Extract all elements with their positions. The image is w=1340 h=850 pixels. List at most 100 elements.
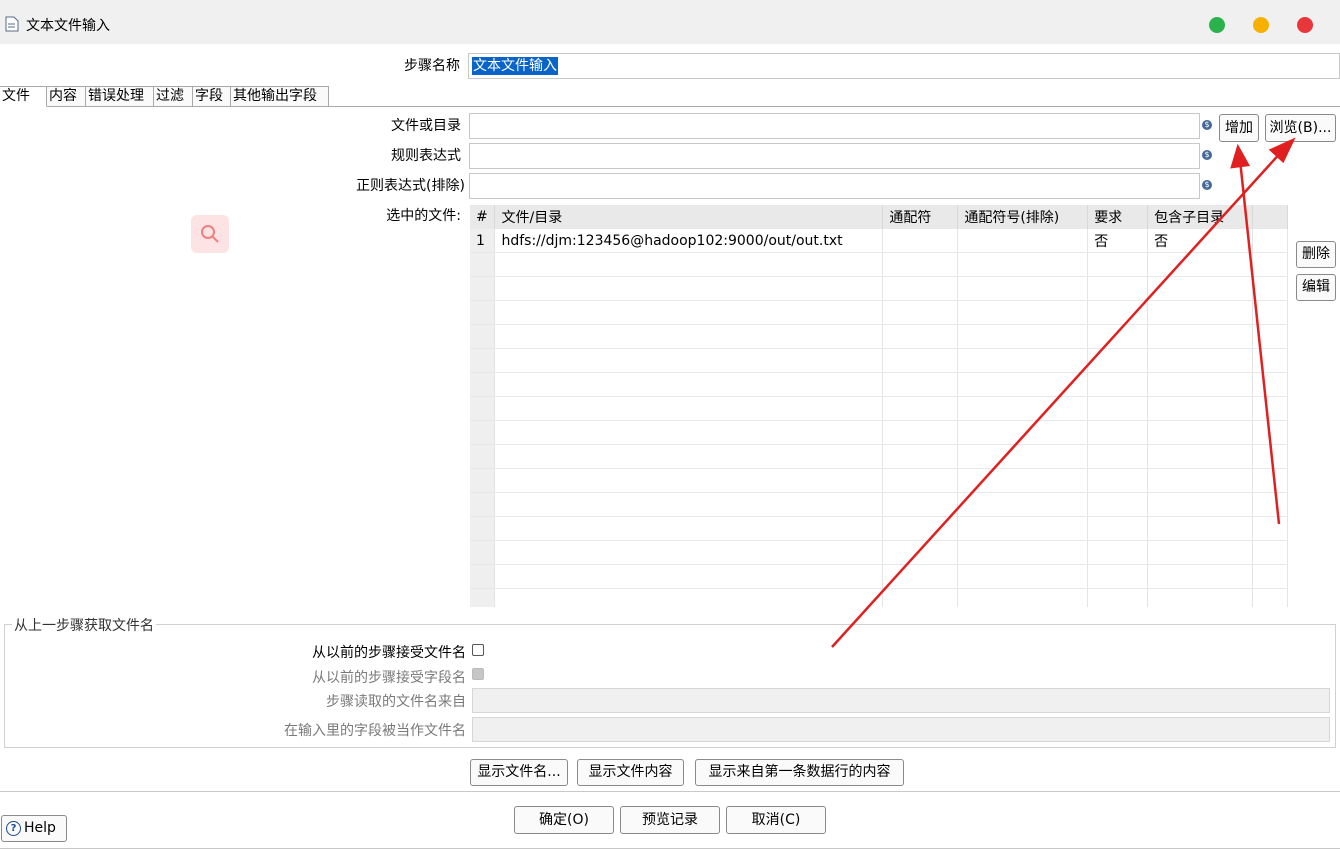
variable-icon[interactable]: $: [1202, 150, 1212, 160]
grid-cell-wildcard-exclude[interactable]: [957, 516, 1089, 541]
grid-cell-wildcard[interactable]: [882, 229, 959, 253]
variable-icon[interactable]: $: [1202, 120, 1212, 130]
grid-cell-file-dir[interactable]: [494, 420, 884, 445]
grid-cell-wildcard[interactable]: [882, 300, 959, 325]
grid-cell-required[interactable]: [1087, 588, 1149, 607]
grid-cell-file-dir[interactable]: [494, 588, 884, 607]
grid-cell-wildcard[interactable]: [882, 516, 959, 541]
file-or-dir-input[interactable]: [469, 113, 1200, 139]
grid-cell-file-dir[interactable]: [494, 300, 884, 325]
grid-cell-wildcard-exclude[interactable]: [957, 372, 1089, 397]
table-row[interactable]: [470, 396, 1288, 421]
grid-cell-wildcard-exclude[interactable]: [957, 588, 1089, 607]
grid-cell-file-dir[interactable]: [494, 324, 884, 349]
table-row[interactable]: [470, 516, 1288, 541]
grid-cell-wildcard[interactable]: [882, 276, 959, 301]
grid-header-wildcard-exclude[interactable]: 通配符号(排除): [957, 205, 1089, 229]
grid-cell-wildcard-exclude[interactable]: [957, 396, 1089, 421]
grid-cell-include-subfolders[interactable]: [1147, 396, 1253, 421]
grid-cell-include-subfolders[interactable]: [1147, 444, 1253, 469]
table-row[interactable]: [470, 468, 1288, 493]
grid-cell-required[interactable]: [1087, 540, 1149, 565]
table-row[interactable]: [470, 348, 1288, 373]
edit-button[interactable]: 编辑: [1296, 274, 1336, 301]
grid-cell-wildcard[interactable]: [882, 324, 959, 349]
grid-cell-wildcard-exclude[interactable]: [957, 564, 1089, 589]
grid-cell-required[interactable]: [1087, 396, 1149, 421]
field-as-filename-combo[interactable]: [472, 717, 1330, 742]
grid-header-required[interactable]: 要求: [1087, 205, 1149, 229]
help-button[interactable]: ? Help: [1, 815, 67, 842]
table-row[interactable]: [470, 588, 1288, 607]
grid-cell-required[interactable]: [1087, 300, 1149, 325]
accept-filenames-checkbox[interactable]: [472, 644, 484, 656]
grid-cell-file-dir[interactable]: [494, 492, 884, 517]
grid-cell-include-subfolders[interactable]: [1147, 516, 1253, 541]
step-read-combo[interactable]: [472, 688, 1330, 713]
grid-cell-include-subfolders[interactable]: [1147, 468, 1253, 493]
grid-header-file-dir[interactable]: 文件/目录: [494, 205, 884, 229]
grid-cell-include-subfolders[interactable]: [1147, 348, 1253, 373]
grid-cell-wildcard-exclude[interactable]: [957, 276, 1089, 301]
grid-cell-wildcard-exclude[interactable]: [957, 492, 1089, 517]
table-row[interactable]: [470, 492, 1288, 517]
grid-cell-wildcard[interactable]: [882, 540, 959, 565]
table-row[interactable]: [470, 300, 1288, 325]
grid-cell-wildcard[interactable]: [882, 252, 959, 277]
grid-cell-include-subfolders[interactable]: [1147, 420, 1253, 445]
grid-cell-file-dir[interactable]: [494, 540, 884, 565]
grid-header-include-subfolders[interactable]: 包含子目录: [1147, 205, 1253, 229]
tab-filter[interactable]: 过滤: [154, 86, 193, 107]
grid-cell-file-dir[interactable]: [494, 276, 884, 301]
regex-input[interactable]: [469, 143, 1200, 169]
show-first-row-button[interactable]: 显示来自第一条数据行的内容: [695, 759, 904, 786]
grid-cell-include-subfolders[interactable]: [1147, 492, 1253, 517]
accept-fields-checkbox[interactable]: [472, 668, 484, 680]
grid-cell-include-subfolders[interactable]: [1147, 564, 1253, 589]
grid-cell-wildcard-exclude[interactable]: [957, 229, 1089, 253]
maximize-button[interactable]: [1209, 17, 1225, 33]
grid-cell-required[interactable]: [1087, 492, 1149, 517]
grid-cell-file-dir[interactable]: [494, 396, 884, 421]
variable-icon[interactable]: $: [1202, 180, 1212, 190]
grid-cell-include-subfolders[interactable]: [1147, 588, 1253, 607]
grid-cell-required[interactable]: [1087, 420, 1149, 445]
table-row[interactable]: [470, 420, 1288, 445]
grid-cell-wildcard-exclude[interactable]: [957, 420, 1089, 445]
grid-cell-required[interactable]: [1087, 468, 1149, 493]
grid-cell-required[interactable]: [1087, 564, 1149, 589]
grid-cell-wildcard[interactable]: [882, 588, 959, 607]
grid-cell-file-dir[interactable]: [494, 348, 884, 373]
grid-cell-required[interactable]: [1087, 372, 1149, 397]
grid-cell-wildcard[interactable]: [882, 492, 959, 517]
show-content-button[interactable]: 显示文件内容: [577, 759, 684, 786]
grid-cell-file-dir[interactable]: [494, 468, 884, 493]
grid-header-wildcard[interactable]: 通配符: [882, 205, 959, 229]
tab-fields[interactable]: 字段: [193, 86, 231, 107]
grid-cell-wildcard[interactable]: [882, 348, 959, 373]
grid-cell-include-subfolders[interactable]: [1147, 372, 1253, 397]
minimize-button[interactable]: [1253, 17, 1269, 33]
grid-cell-file-dir[interactable]: hdfs://djm:123456@hadoop102:9000/out/out…: [494, 229, 884, 253]
grid-cell-file-dir[interactable]: [494, 444, 884, 469]
grid-cell-file-dir[interactable]: [494, 252, 884, 277]
regex-exclude-input[interactable]: [469, 173, 1200, 199]
grid-cell-required[interactable]: [1087, 276, 1149, 301]
tab-error-handling[interactable]: 错误处理: [86, 86, 154, 107]
tab-content[interactable]: 内容: [47, 86, 86, 107]
tab-other-output-fields[interactable]: 其他输出字段: [231, 86, 329, 107]
table-row[interactable]: [470, 540, 1288, 565]
grid-cell-include-subfolders[interactable]: [1147, 324, 1253, 349]
table-row[interactable]: 1 hdfs://djm:123456@hadoop102:9000/out/ou…: [470, 229, 1288, 253]
grid-cell-file-dir[interactable]: [494, 564, 884, 589]
grid-cell-wildcard[interactable]: [882, 444, 959, 469]
grid-cell-wildcard-exclude[interactable]: [957, 444, 1089, 469]
grid-cell-wildcard-exclude[interactable]: [957, 324, 1089, 349]
table-row[interactable]: [470, 252, 1288, 277]
grid-cell-include-subfolders[interactable]: [1147, 276, 1253, 301]
grid-cell-wildcard-exclude[interactable]: [957, 300, 1089, 325]
grid-cell-wildcard-exclude[interactable]: [957, 540, 1089, 565]
grid-cell-file-dir[interactable]: [494, 372, 884, 397]
grid-cell-required[interactable]: [1087, 324, 1149, 349]
ok-button[interactable]: 确定(O): [514, 806, 614, 834]
